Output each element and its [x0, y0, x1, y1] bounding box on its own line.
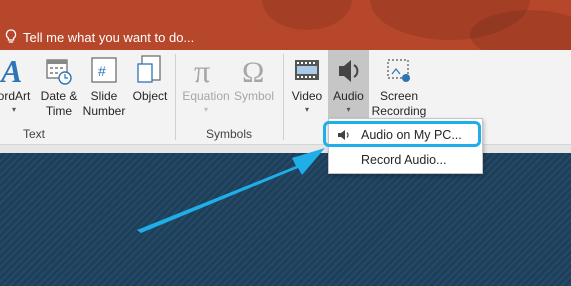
svg-text:#: # [98, 63, 106, 79]
insert-ribbon: A ordArt ▾ Date & Time # Slide Number Ob… [0, 50, 571, 145]
group-separator [283, 54, 284, 140]
object-icon [128, 50, 172, 86]
record-audio-label: Record Audio... [361, 153, 447, 167]
slide-canvas[interactable] [0, 153, 571, 286]
object-label: Object [132, 89, 168, 103]
screen-recording-label: Screen Recording [371, 89, 427, 118]
audio-button[interactable]: Audio ▾ [328, 50, 369, 128]
chevron-down-icon: ▾ [304, 105, 309, 114]
slide-number-label: Slide Number [82, 89, 126, 118]
tell-me-box[interactable]: Tell me what you want to do... [4, 29, 194, 45]
group-separator [175, 54, 176, 140]
group-label-symbols: Symbols [206, 127, 253, 141]
video-label: Video [291, 89, 323, 103]
audio-label: Audio [333, 89, 364, 103]
title-bar: Tell me what you want to do... [0, 0, 571, 50]
speaker-icon [328, 50, 369, 86]
chevron-down-icon: ▾ [203, 105, 208, 114]
svg-text:Ω: Ω [242, 56, 264, 86]
wordart-button[interactable]: A ordArt ▾ [0, 50, 38, 128]
lightbulb-icon [5, 29, 17, 43]
ribbon-slide-gap [0, 145, 571, 153]
object-button[interactable]: Object [128, 50, 172, 128]
film-icon [287, 50, 327, 86]
slide-number-button[interactable]: # Slide Number [81, 50, 127, 128]
wordart-icon: A [0, 50, 38, 86]
svg-text:A: A [0, 54, 22, 86]
date-time-label: Date & Time [40, 89, 78, 118]
group-label-text: Text [23, 127, 46, 141]
omega-icon: Ω [232, 50, 276, 86]
chevron-down-icon: ▾ [346, 105, 351, 114]
symbol-label: Symbol [233, 89, 274, 103]
background-decoration [262, 0, 352, 30]
screen-recording-button[interactable]: Screen Recording [370, 50, 428, 128]
equation-label: Equation [182, 89, 230, 103]
tell-me-placeholder: Tell me what you want to do... [23, 29, 195, 45]
wordart-label: ordArt [0, 89, 31, 103]
svg-text:π: π [194, 54, 210, 86]
date-time-button[interactable]: Date & Time [38, 50, 80, 128]
pi-icon: π [180, 50, 232, 86]
video-button[interactable]: Video ▾ [287, 50, 327, 128]
slide-number-icon: # [81, 50, 127, 86]
calendar-clock-icon [38, 50, 80, 86]
equation-button[interactable]: π Equation ▾ [180, 50, 232, 128]
record-audio-item[interactable]: Record Audio... [329, 148, 482, 172]
screen-recording-icon [370, 50, 428, 86]
highlight-box [323, 121, 481, 147]
chevron-down-icon: ▾ [11, 105, 16, 114]
symbol-button[interactable]: Ω Symbol [232, 50, 276, 128]
